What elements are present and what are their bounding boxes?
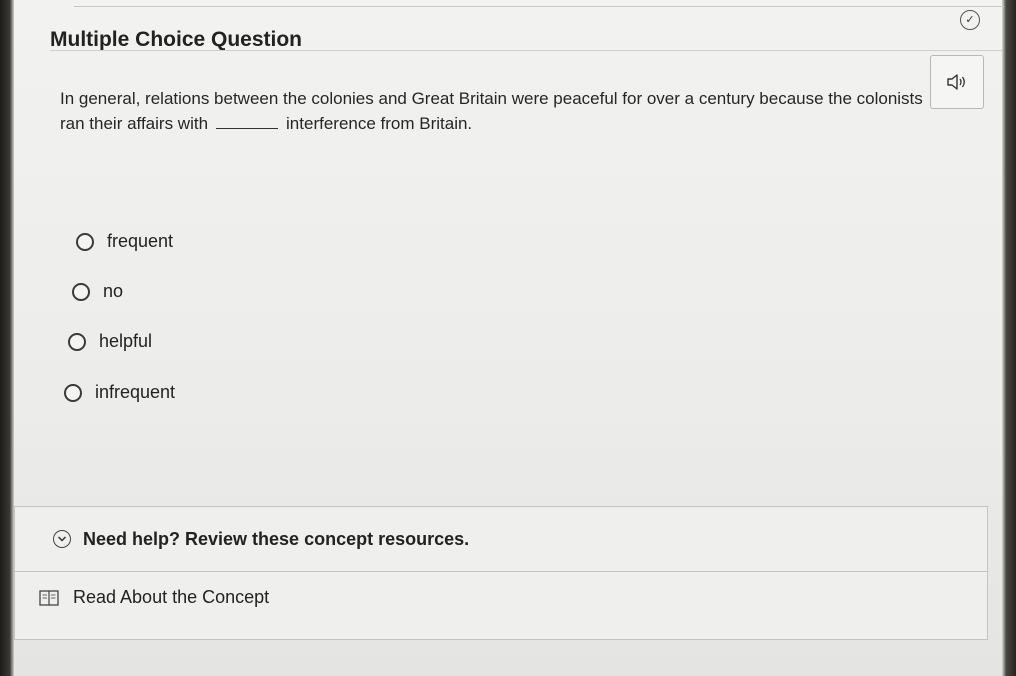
top-divider bbox=[74, 6, 1004, 7]
radio-button[interactable] bbox=[72, 282, 90, 301]
option-infrequent[interactable]: infrequent bbox=[64, 382, 175, 403]
concept-resources-title: Need help? Review these concept resource… bbox=[83, 528, 470, 549]
question-text-after: interference from Britain. bbox=[286, 114, 473, 133]
screen-bezel-right bbox=[1002, 0, 1016, 676]
question-text-before: In general, relations between the coloni… bbox=[60, 89, 923, 133]
concept-resources-toggle[interactable]: Need help? Review these concept resource… bbox=[15, 507, 987, 572]
option-label: frequent bbox=[107, 231, 174, 251]
radio-button[interactable] bbox=[68, 332, 86, 351]
read-about-concept-link[interactable]: Read About the Concept bbox=[39, 587, 269, 608]
option-label: infrequent bbox=[95, 382, 176, 402]
screen-bezel-left bbox=[0, 0, 14, 676]
question-page: ✓ Multiple Choice Question In general, r… bbox=[14, 0, 1004, 676]
option-label: no bbox=[103, 281, 124, 301]
option-helpful[interactable]: helpful bbox=[68, 331, 152, 352]
chevron-down-icon bbox=[53, 530, 71, 548]
question-type-title: Multiple Choice Question bbox=[50, 28, 303, 51]
title-divider bbox=[50, 50, 1002, 51]
option-no[interactable]: no bbox=[72, 281, 123, 302]
radio-button[interactable] bbox=[64, 383, 82, 402]
option-label: helpful bbox=[99, 331, 153, 351]
concept-resources-panel: Need help? Review these concept resource… bbox=[14, 506, 988, 640]
read-about-concept-label: Read About the Concept bbox=[73, 587, 270, 607]
check-circle-icon[interactable]: ✓ bbox=[960, 10, 980, 30]
book-icon bbox=[39, 589, 59, 606]
radio-button[interactable] bbox=[76, 232, 94, 251]
option-frequent[interactable]: frequent bbox=[76, 231, 173, 252]
question-stem: In general, relations between the coloni… bbox=[60, 86, 950, 136]
answer-blank bbox=[216, 128, 279, 129]
